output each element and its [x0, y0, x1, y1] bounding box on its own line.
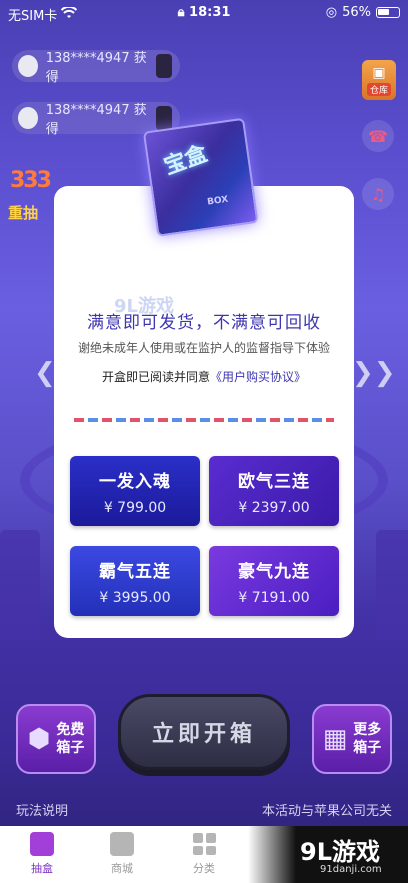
mystery-box-image: 宝盒 BOX	[136, 108, 270, 249]
stacked-cubes-icon: ▦	[322, 724, 348, 754]
tab-label: 分类	[193, 862, 215, 875]
agreement-prefix: 开盒即已阅读并同意	[101, 370, 210, 384]
more-box-label: 更多 箱子	[353, 721, 381, 757]
open-box-button[interactable]: 立即开箱	[118, 694, 290, 770]
tab-mall[interactable]: 商城	[92, 832, 152, 876]
tab-draw-box[interactable]: 抽盒	[12, 832, 72, 876]
clock-time: 18:31	[189, 5, 231, 20]
agreement-line: 开盒即已阅读并同意《用户购买协议》	[54, 368, 354, 385]
rotation-lock-icon: ◎	[325, 5, 338, 20]
free-box-button[interactable]: ⬢ 免费 箱子	[16, 704, 96, 774]
apple-disclaimer: 本活动与苹果公司无关	[261, 804, 392, 819]
brand-logo: 9L游戏	[300, 838, 380, 866]
option-price: ¥ 799.00	[103, 499, 167, 516]
airmail-divider	[74, 418, 334, 422]
option-name: 豪气九连	[238, 561, 310, 582]
redraw-promo[interactable]: 333 重抽	[8, 166, 58, 232]
purchase-modal: 9L游戏 满意即可发货，不满意可回收 谢绝未成年人使用或在监护人的监督指导下体验…	[54, 186, 354, 638]
option-triple-draw[interactable]: 欧气三连 ¥ 2397.00	[209, 456, 339, 526]
tab-category[interactable]: 分类	[174, 832, 234, 876]
prize-thumbnail	[155, 54, 172, 78]
music-toggle-button[interactable]: ♫	[362, 178, 394, 210]
brand-url: 91danji.com	[320, 864, 382, 875]
lock-icon: 🔒︎	[177, 5, 185, 20]
music-note-icon: ♫	[370, 184, 386, 204]
free-box-line2: 箱子	[56, 740, 85, 756]
more-box-line2: 箱子	[353, 740, 382, 756]
user-agreement-link[interactable]: 《用户购买协议》	[210, 370, 306, 384]
side-box-card	[376, 530, 408, 640]
warehouse-box-icon: ▣	[372, 64, 386, 81]
option-five-draw[interactable]: 霸气五连 ¥ 3995.00	[70, 546, 200, 616]
more-boxes-button[interactable]: ▦ 更多 箱子	[312, 704, 392, 774]
free-box-line1: 免费	[56, 722, 85, 738]
tab-label: 商城	[111, 862, 133, 875]
status-right: ◎ 56%	[326, 5, 400, 20]
grid-icon	[192, 832, 216, 856]
option-price: ¥ 2397.00	[238, 499, 310, 516]
option-price: ¥ 7191.00	[238, 589, 310, 606]
avatar	[18, 55, 38, 77]
promo-number: 333	[10, 168, 52, 193]
option-nine-draw[interactable]: 豪气九连 ¥ 7191.00	[209, 546, 339, 616]
site-watermark: 9L游戏 91danji.com	[248, 826, 408, 883]
option-single-draw[interactable]: 一发入魂 ¥ 799.00	[70, 456, 200, 526]
headset-icon: ☎	[368, 126, 388, 146]
shopping-bag-icon	[110, 832, 134, 856]
chevron-right-icon: ❯❯	[352, 358, 396, 388]
avatar	[18, 107, 38, 129]
minor-warning: 谢绝未成年人使用或在监护人的监督指导下体验	[77, 341, 330, 355]
option-name: 欧气三连	[238, 471, 310, 492]
cube-face	[142, 117, 259, 237]
ticker-text: 138****4947 获得	[45, 103, 147, 137]
more-box-line1: 更多	[353, 722, 382, 738]
warehouse-button[interactable]: ▣ 仓库	[362, 60, 396, 100]
ticker-text: 138****4947 获得	[45, 51, 147, 85]
battery-icon	[376, 7, 400, 18]
cube-icon: ⬢	[27, 724, 51, 754]
status-bar: 无SIM卡 🔒︎ 18:31 ◎ 56%	[0, 0, 408, 26]
option-price: ¥ 3995.00	[99, 589, 171, 606]
promo-label: 重抽	[8, 204, 39, 222]
modal-title: 满意即可发货，不满意可回收	[87, 313, 321, 333]
battery-fill	[378, 9, 389, 15]
tab-label: 抽盒	[31, 862, 53, 875]
gift-box-icon	[30, 832, 54, 856]
rules-link[interactable]: 玩法说明	[16, 800, 68, 819]
side-box-card	[0, 530, 40, 640]
option-name: 一发入魂	[99, 471, 171, 492]
battery-percent: 56%	[342, 5, 371, 20]
warehouse-label: 仓库	[366, 82, 391, 96]
customer-service-button[interactable]: ☎	[362, 120, 394, 152]
free-box-label: 免费 箱子	[56, 721, 84, 757]
winner-ticker: 138****4947 获得	[12, 50, 180, 85]
option-name: 霸气五连	[99, 561, 171, 582]
